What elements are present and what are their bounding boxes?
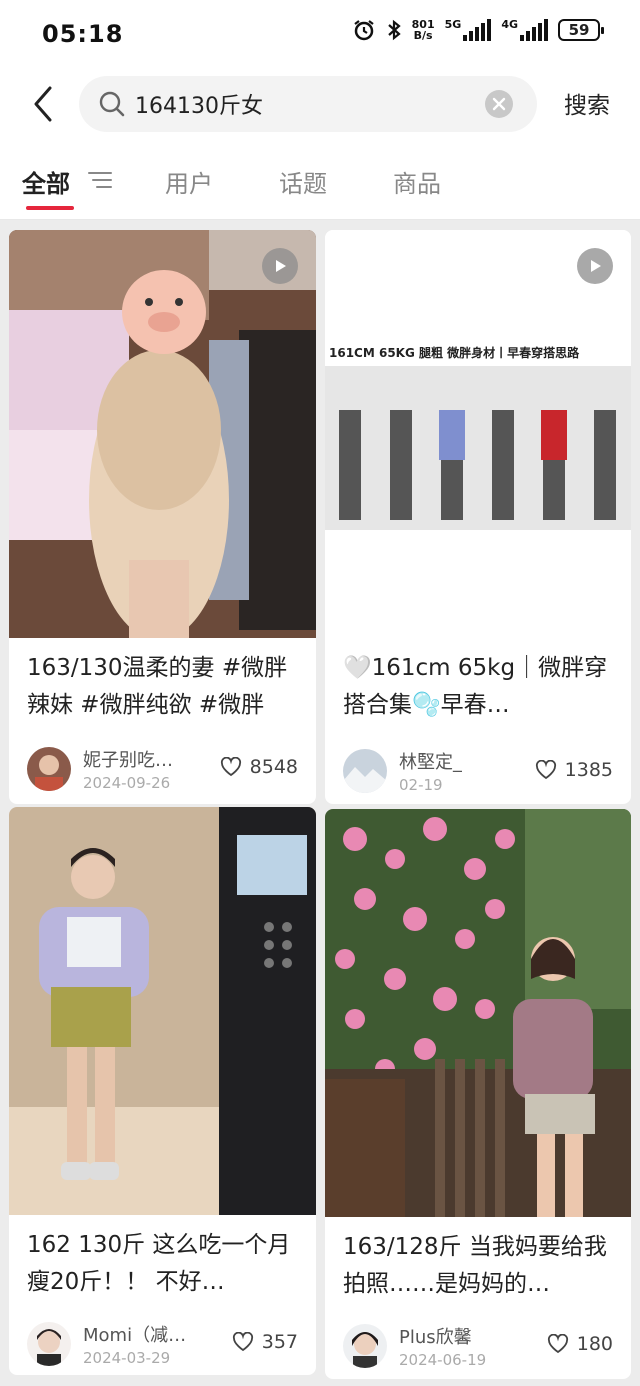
tab-products[interactable]: 商品	[393, 164, 441, 199]
heart-icon	[232, 1332, 253, 1352]
signal-5g: 5G	[445, 19, 492, 41]
clear-icon	[492, 97, 506, 111]
avatar	[27, 1322, 71, 1366]
search-header: 搜索	[0, 68, 640, 140]
heart-icon	[220, 757, 241, 777]
battery-indicator: 59	[558, 19, 604, 41]
active-tab-indicator	[26, 206, 74, 210]
search-button[interactable]: 搜索	[564, 86, 610, 120]
post-title: 163/128斤 当我妈要给我拍照……是妈妈的…	[343, 1234, 607, 1297]
signal-4g-label: 4G	[501, 18, 518, 31]
author-name: Plus欣馨	[399, 1327, 472, 1348]
heart-icon	[547, 1334, 568, 1354]
status-bar: 05:18 801 B/s 5G 4G 59	[0, 0, 640, 68]
like-button[interactable]: 1385	[535, 759, 613, 781]
post-date: 02-19	[399, 776, 443, 794]
post-title: 🤍161cm 65kg｜微胖穿搭合集🫧早春…	[343, 655, 608, 718]
like-count: 357	[261, 1331, 298, 1353]
author-name: Momi（减…	[83, 1325, 187, 1346]
post-card[interactable]: 161CM 65KG 腿粗 微胖身材丨早春穿搭思路 🤍161cm 65kg｜微胖…	[325, 230, 631, 804]
video-play-button	[577, 248, 613, 284]
post-cover-image	[9, 230, 316, 638]
post-card[interactable]: 163/130温柔的妻 #微胖辣妹 #微胖纯欲 #微胖 妮子别吃… 2024-0…	[9, 230, 316, 804]
status-icons: 801 B/s 5G 4G 59	[352, 18, 604, 42]
post-author[interactable]: Momi（减… 2024-03-29	[27, 1321, 186, 1367]
net-speed-unit: B/s	[413, 29, 433, 42]
back-button[interactable]	[28, 84, 58, 124]
heart-icon	[535, 760, 556, 780]
post-date: 2024-03-29	[83, 1349, 171, 1367]
results-feed: 163/130温柔的妻 #微胖辣妹 #微胖纯欲 #微胖 妮子别吃… 2024-0…	[0, 221, 640, 1386]
like-count: 8548	[249, 756, 298, 778]
post-cover-image: 161CM 65KG 腿粗 微胖身材丨早春穿搭思路	[325, 230, 631, 638]
tab-topics[interactable]: 话题	[279, 164, 327, 199]
avatar	[343, 749, 387, 793]
video-play-button	[262, 248, 298, 284]
post-author[interactable]: Plus欣馨 2024-06-19	[343, 1323, 486, 1369]
alarm-icon	[352, 18, 376, 42]
like-button[interactable]: 357	[232, 1331, 298, 1353]
like-count: 1385	[564, 759, 613, 781]
avatar	[343, 1324, 387, 1368]
post-cover-image	[9, 807, 316, 1215]
tab-all[interactable]: 全部	[22, 164, 70, 199]
post-card[interactable]: 163/128斤 当我妈要给我拍照……是妈妈的… Plus欣馨 2024-06-…	[325, 809, 631, 1379]
result-tabs: 全部 用户 话题 商品	[0, 140, 640, 220]
search-input[interactable]	[135, 91, 475, 117]
signal-4g: 4G	[501, 19, 548, 41]
post-author[interactable]: 林堅定_ 02-19	[343, 748, 462, 794]
status-time: 05:18	[42, 20, 124, 48]
tab-users[interactable]: 用户	[165, 164, 213, 199]
network-speed: 801 B/s	[412, 19, 435, 41]
like-button[interactable]: 180	[547, 1333, 613, 1355]
post-card[interactable]: 162 130斤 这么吃一个月瘦20斤！！ 不好… Momi（减… 2024-0…	[9, 807, 316, 1375]
play-icon	[276, 260, 286, 272]
bluetooth-icon	[386, 18, 402, 42]
back-arrow-icon	[34, 86, 52, 122]
post-date: 2024-06-19	[399, 1351, 487, 1369]
post-title: 162 130斤 这么吃一个月瘦20斤！！ 不好…	[27, 1232, 291, 1295]
cover-banner-text: 161CM 65KG 腿粗 微胖身材丨早春穿搭思路	[329, 346, 580, 360]
author-name: 妮子别吃…	[83, 750, 173, 771]
signal-5g-label: 5G	[444, 18, 462, 31]
like-count: 180	[576, 1333, 613, 1355]
avatar	[27, 747, 71, 791]
post-date: 2024-09-26	[83, 774, 171, 792]
signal-bars-icon	[463, 19, 492, 41]
like-button[interactable]: 8548	[220, 756, 298, 778]
search-icon	[97, 89, 127, 119]
post-author[interactable]: 妮子别吃… 2024-09-26	[27, 746, 173, 792]
signal-bars-icon	[520, 19, 548, 41]
clear-search-button[interactable]	[485, 90, 513, 118]
post-title: 163/130温柔的妻 #微胖辣妹 #微胖纯欲 #微胖	[27, 655, 288, 718]
play-icon	[591, 260, 601, 272]
author-name: 林堅定_	[399, 752, 462, 773]
filter-icon[interactable]	[88, 170, 112, 190]
search-bar[interactable]	[79, 76, 537, 132]
post-cover-image	[325, 809, 631, 1217]
